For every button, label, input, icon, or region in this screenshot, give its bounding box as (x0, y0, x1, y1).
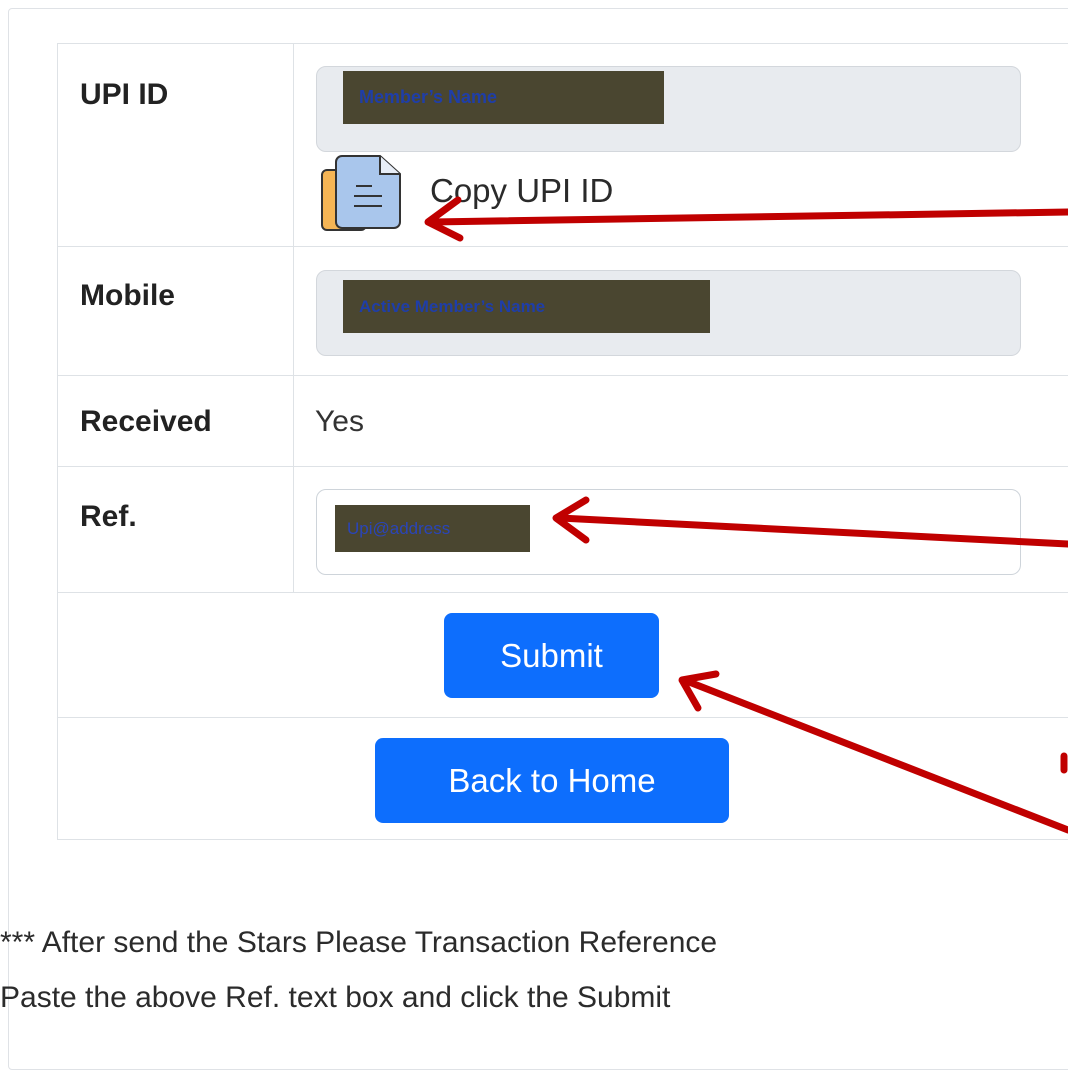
copy-upi-id-label: Copy UPI ID (430, 171, 614, 209)
instruction-line-2: Paste the above Ref. text box and click … (0, 981, 671, 1014)
column-divider (293, 467, 294, 592)
copy-upi-id-button[interactable]: Copy UPI ID (320, 152, 613, 237)
ref-row: Ref. Upi@address (58, 467, 1068, 593)
column-divider (293, 376, 294, 466)
mobile-label: Mobile (80, 279, 175, 312)
received-value: Yes (315, 405, 364, 438)
upi-id-row: UPI ID Member’s Name Copy UPI ID (58, 44, 1068, 247)
upi-payment-form: UPI ID Member’s Name Copy UPI ID Mobile … (57, 43, 1068, 840)
received-label: Received (80, 405, 212, 438)
ref-label: Ref. (80, 500, 137, 533)
copy-document-icon (320, 152, 416, 237)
column-divider (293, 247, 294, 375)
back-to-home-button[interactable]: Back to Home (375, 738, 729, 823)
back-row: Back to Home (58, 718, 1068, 841)
column-divider (293, 44, 294, 246)
upi-id-redaction: Member’s Name (343, 71, 664, 124)
received-row: Received Yes (58, 376, 1068, 467)
mobile-row: Mobile Active Member’s Name (58, 247, 1068, 376)
upi-id-label: UPI ID (80, 78, 169, 111)
mobile-redaction: Active Member’s Name (343, 280, 710, 333)
submit-button[interactable]: Submit (444, 613, 659, 698)
instruction-line-1: *** After send the Stars Please Transact… (0, 926, 718, 959)
submit-row: Submit (58, 593, 1068, 718)
ref-redaction: Upi@address (335, 505, 530, 552)
